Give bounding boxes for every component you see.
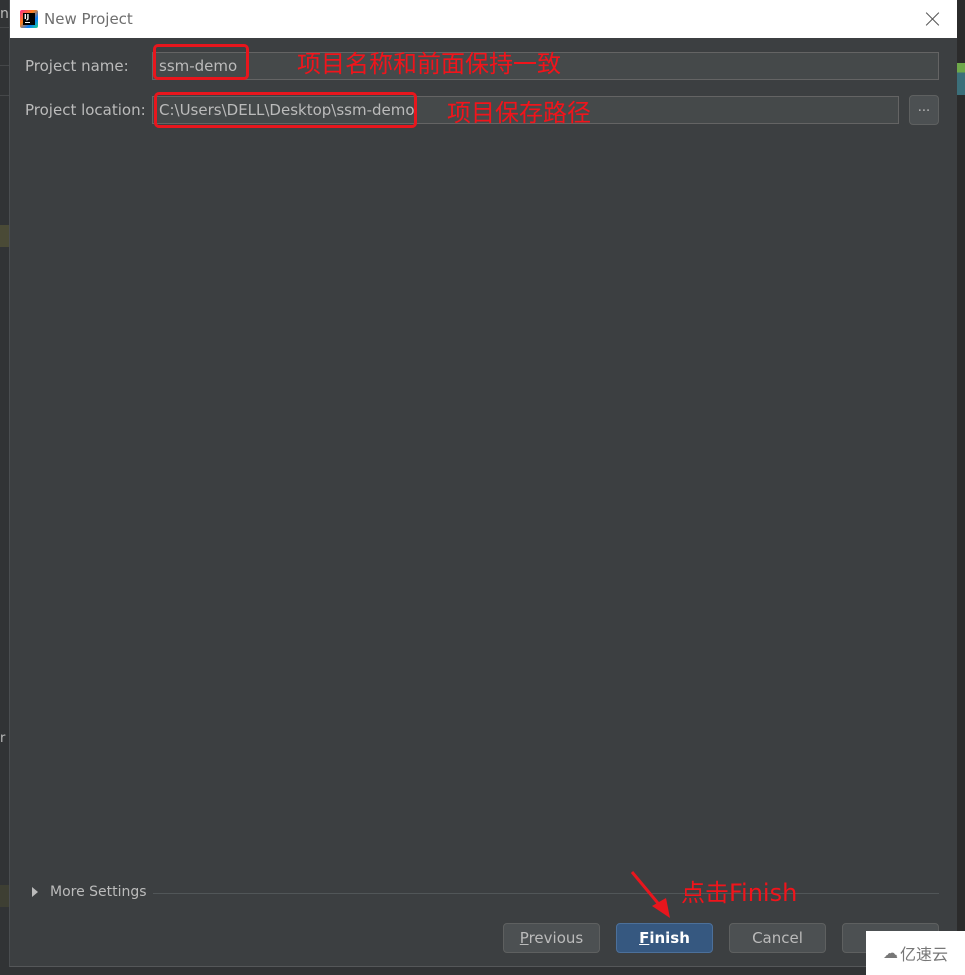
background-highlight bbox=[0, 225, 9, 247]
background-text-fragment: r bbox=[0, 731, 6, 746]
finish-label: inish bbox=[649, 929, 690, 947]
annotation-arrow-icon bbox=[630, 871, 670, 918]
triangle-right-icon bbox=[32, 887, 38, 897]
background-status-icon bbox=[957, 63, 965, 95]
more-settings-label: More Settings bbox=[50, 884, 147, 900]
annotation-location-note: 项目保存路径 bbox=[447, 99, 591, 127]
annotation-finish-note: 点击Finish bbox=[681, 879, 798, 907]
background-text-fragment: n bbox=[0, 6, 9, 22]
background-right-strip bbox=[957, 0, 965, 975]
project-name-label: Project name: bbox=[25, 57, 129, 75]
intellij-idea-icon: IJ bbox=[20, 10, 38, 28]
background-divider bbox=[0, 27, 9, 28]
cancel-button[interactable]: Cancel bbox=[729, 923, 826, 953]
previous-label: revious bbox=[528, 929, 584, 947]
background-divider bbox=[0, 95, 9, 96]
background-divider bbox=[0, 65, 9, 66]
watermark-text: 亿速云 bbox=[899, 945, 948, 964]
previous-mnemonic: P bbox=[519, 929, 529, 947]
cloud-logo-icon: ☁ bbox=[882, 944, 898, 962]
settings-separator bbox=[153, 893, 939, 894]
project-location-label: Project location: bbox=[25, 101, 146, 119]
new-project-dialog: IJ New Project Project name: Project loc… bbox=[9, 0, 957, 967]
close-icon[interactable] bbox=[923, 9, 943, 29]
more-settings-toggle[interactable]: More Settings bbox=[32, 884, 147, 900]
browse-button[interactable]: ... bbox=[909, 95, 939, 125]
background-highlight bbox=[0, 885, 9, 907]
dialog-title: New Project bbox=[44, 10, 133, 28]
finish-button[interactable]: Finish bbox=[616, 923, 713, 953]
previous-button[interactable]: Previous bbox=[503, 923, 600, 953]
dialog-titlebar[interactable]: IJ New Project bbox=[10, 0, 957, 38]
annotation-name-note: 项目名称和前面保持一致 bbox=[297, 50, 561, 78]
watermark: ☁ 亿速云 bbox=[866, 931, 965, 975]
finish-mnemonic: F bbox=[639, 929, 650, 947]
